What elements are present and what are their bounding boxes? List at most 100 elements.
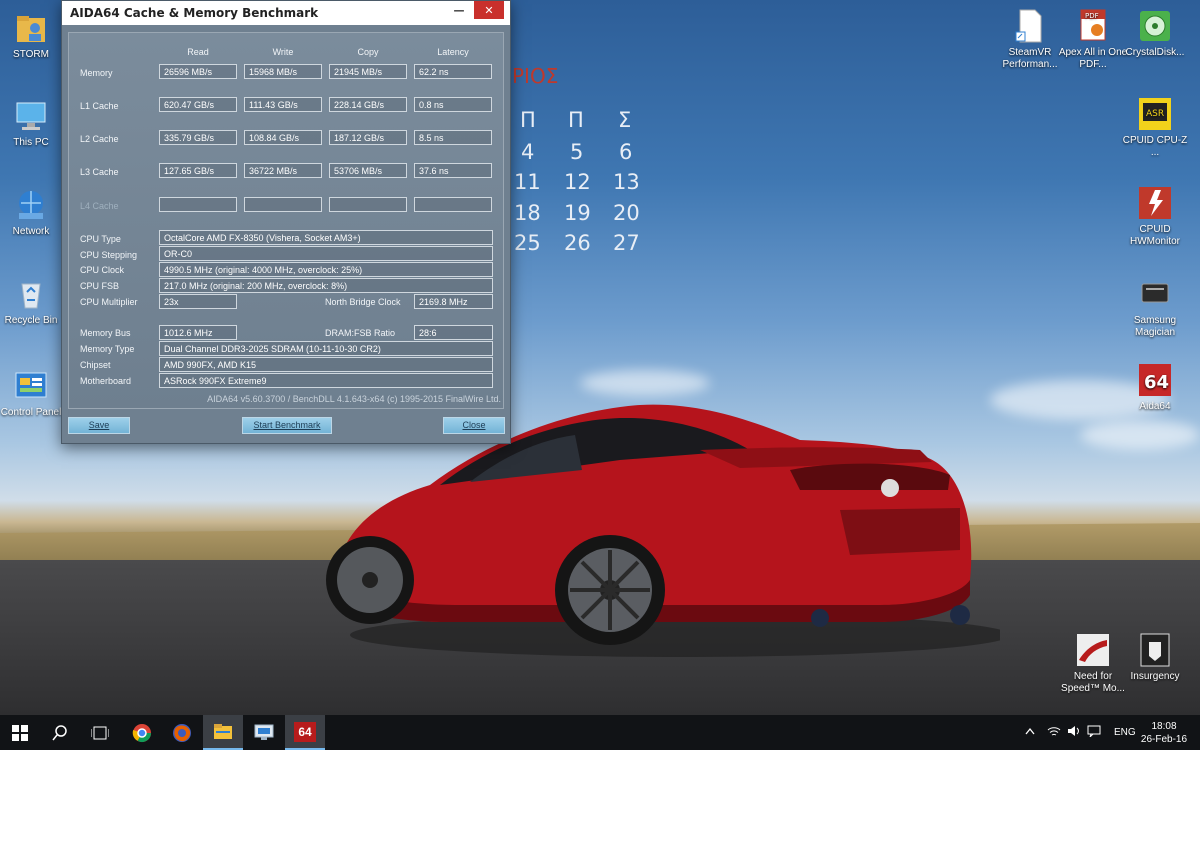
- close-window-button[interactable]: ✕: [474, 1, 504, 19]
- close-button[interactable]: Close: [443, 417, 505, 434]
- cpu-clock-label: CPU Clock: [80, 265, 125, 275]
- window-title: AIDA64 Cache & Memory Benchmark: [70, 6, 319, 20]
- memory-bus-value: 1012.6 MHz: [159, 325, 237, 340]
- start-benchmark-button[interactable]: Start Benchmark: [242, 417, 332, 434]
- memory-bus-label: Memory Bus: [80, 328, 131, 338]
- chipset-label: Chipset: [80, 360, 111, 370]
- cloud: [1080, 420, 1200, 450]
- l4-copy-value: [329, 197, 407, 212]
- taskbar-firefox[interactable]: [162, 715, 202, 750]
- desktop-icon-cpuz[interactable]: ASR CPUID CPU-Z ...: [1120, 96, 1190, 159]
- recycle-bin-icon: [13, 276, 49, 312]
- l2-write-value: 108.84 GB/s: [244, 130, 322, 145]
- memory-read-value: 26596 MB/s: [159, 64, 237, 79]
- action-center-icon[interactable]: [1084, 725, 1104, 740]
- desktop-icon-steamvr[interactable]: SteamVR Performan...: [995, 8, 1065, 71]
- memory-latency-value: 62.2 ns: [414, 64, 492, 79]
- desktop-icon-label: CPUID HWMonitor: [1129, 224, 1180, 247]
- desktop-icon-label: Recycle Bin: [4, 315, 58, 326]
- minimize-button[interactable]: —: [444, 1, 474, 19]
- taskbar: 64 ENG 18:08 26-Feb-16: [0, 715, 1200, 750]
- save-button[interactable]: Save: [68, 417, 130, 434]
- clock[interactable]: 18:08 26-Feb-16: [1138, 715, 1190, 750]
- desktop-icon-recycle-bin[interactable]: Recycle Bin: [0, 276, 66, 327]
- aida64-benchmark-window: AIDA64 Cache & Memory Benchmark — ✕ Read…: [61, 0, 511, 444]
- svg-text:ASR: ASR: [1146, 109, 1164, 119]
- show-hidden-icons-chevron-up-icon[interactable]: [1022, 727, 1038, 738]
- l2-copy-value: 187.12 GB/s: [329, 130, 407, 145]
- calendar-day: 25: [514, 231, 541, 255]
- desktop-icon-hwmonitor[interactable]: CPUID HWMonitor: [1120, 185, 1190, 248]
- window-titlebar[interactable]: AIDA64 Cache & Memory Benchmark — ✕: [62, 1, 510, 25]
- start-button[interactable]: [0, 715, 40, 750]
- desktop-icon-crystaldisk[interactable]: CrystalDisk...: [1120, 8, 1190, 59]
- row-label-l1-cache: L1 Cache: [80, 101, 119, 111]
- task-view-icon: [91, 726, 109, 739]
- cpu-clock-value: 4990.5 MHz (original: 4000 MHz, overcloc…: [159, 262, 493, 277]
- clock-date: 26-Feb-16: [1140, 733, 1188, 745]
- firefox-icon: [173, 723, 191, 742]
- memory-copy-value: 21945 MB/s: [329, 64, 407, 79]
- version-note: AIDA64 v5.60.3700 / BenchDLL 4.1.643-x64…: [207, 394, 501, 404]
- taskbar-aida64[interactable]: 64: [285, 715, 325, 750]
- cpu-type-label: CPU Type: [80, 234, 121, 244]
- chrome-icon: [132, 723, 151, 742]
- aida64-taskbar-icon: 64: [294, 721, 316, 742]
- document-icon: [1012, 8, 1048, 44]
- desktop-icon-insurgency[interactable]: Insurgency: [1120, 632, 1190, 683]
- desktop-icon-this-pc[interactable]: This PC: [0, 98, 66, 149]
- l4-latency-value: [414, 197, 492, 212]
- desktop-icon-label: CPUID CPU-Z ...: [1122, 135, 1188, 158]
- cpuz-icon: ASR: [1137, 96, 1173, 132]
- desktop-icon-label: STORM: [13, 49, 49, 60]
- system-tray: ENG: [1022, 715, 1136, 750]
- desktop-icon-aida64[interactable]: 64 Aida64: [1120, 362, 1190, 413]
- memory-type-label: Memory Type: [80, 344, 135, 354]
- nb-clock-value: 2169.8 MHz: [414, 294, 493, 309]
- desktop-icon-samsung-magician[interactable]: Samsung Magician: [1120, 276, 1190, 339]
- desktop-icon-storm[interactable]: STORM: [0, 10, 66, 61]
- cpu-fsb-label: CPU FSB: [80, 281, 120, 291]
- taskbar-app[interactable]: [244, 715, 284, 750]
- language-indicator[interactable]: ENG: [1114, 727, 1136, 738]
- insurgency-icon: [1137, 632, 1173, 668]
- desktop-icon-label: This PC: [13, 137, 49, 148]
- search-button[interactable]: [40, 715, 80, 750]
- wifi-icon[interactable]: [1044, 725, 1064, 740]
- computer-icon: [13, 98, 49, 134]
- windows-logo-icon: [12, 724, 28, 741]
- calendar-day: 4: [521, 140, 535, 164]
- motherboard-label: Motherboard: [80, 376, 132, 386]
- l2-read-value: 335.79 GB/s: [159, 130, 237, 145]
- taskbar-file-explorer[interactable]: [203, 715, 243, 750]
- desktop-icon-control-panel[interactable]: Control Panel: [0, 368, 66, 419]
- cpu-multiplier-label: CPU Multiplier: [80, 297, 138, 307]
- dram-fsb-value: 28:6: [414, 325, 493, 340]
- column-header-latency: Latency: [437, 47, 469, 57]
- hwmonitor-icon: [1137, 185, 1173, 221]
- calendar-header: Σ: [618, 108, 632, 132]
- calendar-month: ΡΙΟΣ: [512, 64, 559, 88]
- calendar-day: 6: [619, 140, 633, 164]
- cpu-type-value: OctalCore AMD FX-8350 (Vishera, Socket A…: [159, 230, 493, 245]
- l1-read-value: 620.47 GB/s: [159, 97, 237, 112]
- desktop-icon-network[interactable]: Network: [0, 187, 66, 238]
- task-view-button[interactable]: [80, 715, 120, 750]
- l4-read-value: [159, 197, 237, 212]
- nfs-icon: [1075, 632, 1111, 668]
- nb-clock-label: North Bridge Clock: [325, 297, 401, 307]
- volume-icon[interactable]: [1064, 725, 1084, 740]
- memory-write-value: 15968 MB/s: [244, 64, 322, 79]
- row-label-l4-cache: L4 Cache: [80, 201, 119, 211]
- desktop-icon-apex-pdf[interactable]: PDF Apex All in One PDF...: [1058, 8, 1128, 71]
- calendar-day: 27: [613, 231, 640, 255]
- calendar-day: 11: [514, 170, 541, 194]
- l2-latency-value: 8.5 ns: [414, 130, 492, 145]
- cpu-fsb-value: 217.0 MHz (original: 200 MHz, overclock:…: [159, 278, 493, 293]
- calendar-day: 26: [564, 231, 591, 255]
- cpu-stepping-value: OR-C0: [159, 246, 493, 261]
- desktop-icon-need-for-speed[interactable]: Need for Speed™ Mo...: [1058, 632, 1128, 695]
- taskbar-chrome[interactable]: [122, 715, 162, 750]
- desktop-icon-label: Need for Speed™ Mo...: [1061, 671, 1125, 694]
- calendar-day: 13: [613, 170, 640, 194]
